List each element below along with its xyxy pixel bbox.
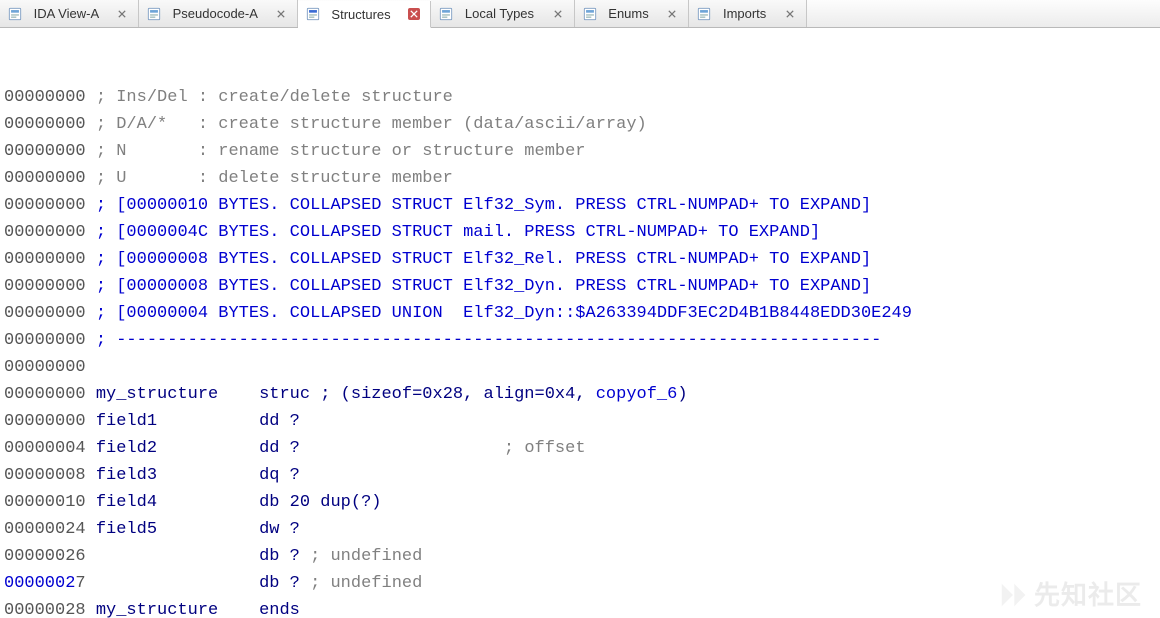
code-line[interactable]: 00000028 my_structure ends (4, 597, 1156, 618)
tab-bar: IDA View-A Pseudocode-A Structures Local… (0, 0, 1160, 28)
tab-enums[interactable]: Enums (575, 0, 690, 27)
code-line[interactable]: 00000000 (4, 354, 1156, 381)
code-line[interactable]: 00000000 ; [00000008 BYTES. COLLAPSED ST… (4, 273, 1156, 300)
code-line[interactable]: 00000024 field5 dw ? (4, 516, 1156, 543)
code-line[interactable]: 00000000 ; [00000010 BYTES. COLLAPSED ST… (4, 192, 1156, 219)
tab-label: Pseudocode-A (169, 6, 261, 21)
code-line[interactable]: 00000000 ; Ins/Del : create/delete struc… (4, 84, 1156, 111)
tab-label: IDA View-A (30, 6, 102, 21)
structures-view[interactable]: 00000000 ; Ins/Del : create/delete struc… (0, 28, 1160, 618)
tab-structures[interactable]: Structures (298, 1, 431, 28)
code-line[interactable]: 00000000 field1 dd ? (4, 408, 1156, 435)
tab-ida-view-a[interactable]: IDA View-A (0, 0, 139, 27)
code-line[interactable]: 00000000 ; [0000004C BYTES. COLLAPSED ST… (4, 219, 1156, 246)
code-line[interactable]: 00000000 my_structure struc ; (sizeof=0x… (4, 381, 1156, 408)
tab-icon (8, 7, 22, 21)
close-icon[interactable] (552, 8, 564, 20)
code-line[interactable]: 00000004 field2 dd ? ; offset (4, 435, 1156, 462)
tab-label: Imports (719, 6, 770, 21)
close-icon[interactable] (275, 8, 287, 20)
code-line[interactable]: 00000000 ; N : rename structure or struc… (4, 138, 1156, 165)
tab-icon (147, 7, 161, 21)
tab-label: Structures (328, 7, 394, 22)
tab-label: Enums (605, 6, 653, 21)
tab-icon (306, 7, 320, 21)
tab-local-types[interactable]: Local Types (431, 0, 574, 27)
code-line[interactable]: 00000000 ; [00000008 BYTES. COLLAPSED ST… (4, 246, 1156, 273)
tab-icon (583, 7, 597, 21)
tab-imports[interactable]: Imports (689, 0, 807, 27)
tab-pseudocode-a[interactable]: Pseudocode-A (139, 0, 298, 27)
code-line[interactable]: 00000026 db ? ; undefined (4, 543, 1156, 570)
code-line[interactable]: 00000000 ; D/A/* : create structure memb… (4, 111, 1156, 138)
close-icon[interactable] (116, 8, 128, 20)
code-line[interactable]: 00000000 ; [00000004 BYTES. COLLAPSED UN… (4, 300, 1156, 327)
code-line[interactable]: 00000010 field4 db 20 dup(?) (4, 489, 1156, 516)
code-line[interactable]: 00000000 ; -----------------------------… (4, 327, 1156, 354)
code-line[interactable]: 00000000 ; U : delete structure member (4, 165, 1156, 192)
close-icon[interactable] (666, 8, 678, 20)
tab-label: Local Types (461, 6, 537, 21)
close-icon[interactable] (784, 8, 796, 20)
code-line[interactable]: 00000008 field3 dq ? (4, 462, 1156, 489)
tab-icon (697, 7, 711, 21)
code-line[interactable]: 00000027 db ? ; undefined (4, 570, 1156, 597)
tab-icon (439, 7, 453, 21)
close-icon[interactable] (408, 8, 420, 20)
